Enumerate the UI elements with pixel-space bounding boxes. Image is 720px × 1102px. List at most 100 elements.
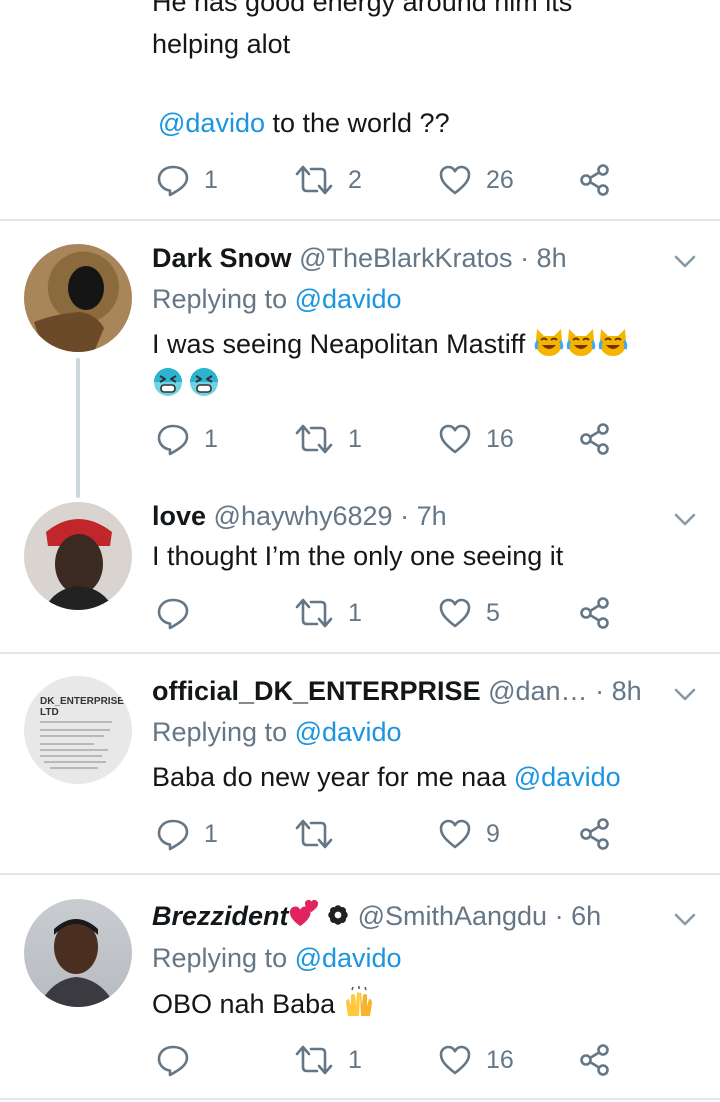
avatar[interactable] — [24, 244, 132, 352]
retweet-button[interactable]: 1 — [294, 593, 362, 633]
flower-emoji — [326, 903, 350, 927]
separator — [0, 873, 720, 875]
like-button[interactable]: 26 — [438, 160, 514, 200]
mention-link[interactable]: @davido — [295, 284, 402, 314]
reply-button[interactable]: 1 — [156, 419, 218, 459]
share-icon — [578, 596, 612, 630]
tweet-text-cut-line: He has good energy around him its — [152, 0, 573, 17]
retweet-icon — [294, 422, 334, 456]
mention-link[interactable]: @davido — [295, 717, 402, 747]
cat-tears-of-joy-emoji — [533, 326, 565, 358]
user-name[interactable]: Brezzident — [152, 901, 289, 931]
avatar[interactable] — [24, 899, 132, 1007]
chevron-down-icon[interactable] — [672, 681, 698, 707]
user-handle[interactable]: @SmithAangdu — [358, 901, 548, 931]
like-button[interactable]: 5 — [438, 593, 500, 633]
avatar-image — [44, 519, 114, 610]
separator — [0, 652, 720, 654]
user-handle[interactable]: @dan… — [488, 676, 587, 706]
tweet-actions: 1 9 — [152, 814, 692, 854]
retweet-count: 1 — [348, 1045, 362, 1074]
separator — [0, 1098, 720, 1100]
like-button[interactable]: 16 — [438, 1040, 514, 1080]
tweet-text-span: OBO nah Baba — [152, 989, 336, 1019]
tweet-feed: He has good energy around him its helpin… — [0, 0, 720, 1102]
heart-icon — [438, 596, 472, 630]
tweet-actions: 1 1 16 — [152, 419, 692, 459]
like-button[interactable]: 16 — [438, 419, 514, 459]
share-icon — [578, 163, 612, 197]
retweet-count: 2 — [348, 165, 362, 194]
heart-icon — [438, 163, 472, 197]
retweet-button[interactable]: 1 — [294, 1040, 362, 1080]
reply-count: 1 — [204, 819, 218, 848]
avatar-image — [38, 919, 116, 1007]
replying-label: Replying to — [152, 717, 295, 747]
reply-button[interactable]: 1 — [156, 160, 218, 200]
tweet-actions: 1 16 — [152, 1040, 692, 1080]
user-name[interactable]: Dark Snow — [152, 243, 292, 273]
like-count: 16 — [486, 424, 514, 453]
chevron-down-icon[interactable] — [672, 506, 698, 532]
mention-link[interactable]: @davido — [158, 108, 265, 138]
share-button[interactable] — [578, 814, 612, 854]
retweet-icon — [294, 1043, 334, 1077]
reply-count: 1 — [204, 424, 218, 453]
tweet-text: Baba do new year for me naa @davido — [152, 755, 621, 799]
replying-label: Replying to — [152, 943, 295, 973]
raising-hands-emoji — [343, 986, 375, 1018]
like-count: 26 — [486, 165, 514, 194]
tweet-actions: 1 5 — [152, 593, 692, 633]
tired-face-emoji — [152, 366, 184, 398]
retweet-button[interactable]: 1 — [294, 419, 362, 459]
retweet-count: 1 — [348, 598, 362, 627]
user-name[interactable]: love — [152, 501, 206, 531]
mention-link[interactable]: @davido — [295, 943, 402, 973]
reply-icon — [156, 163, 190, 197]
tweet-text-line: helping alot — [152, 29, 291, 59]
retweet-button[interactable] — [294, 814, 348, 854]
like-button[interactable]: 9 — [438, 814, 500, 854]
retweet-button[interactable]: 2 — [294, 160, 362, 200]
avatar-image — [34, 266, 104, 352]
reply-button[interactable] — [156, 1040, 204, 1080]
chevron-down-icon[interactable] — [672, 248, 698, 274]
heart-icon — [438, 422, 472, 456]
cat-tears-of-joy-emoji — [597, 326, 629, 358]
tweet-text-emoji-row — [152, 362, 220, 406]
cat-tears-of-joy-emoji — [565, 326, 597, 358]
tweet-text-span: Baba do new year for me naa — [152, 762, 514, 792]
reply-button[interactable]: 1 — [156, 814, 218, 854]
tweet-text-span: to the world ?? — [264, 108, 450, 138]
share-button[interactable] — [578, 160, 612, 200]
reply-icon — [156, 422, 190, 456]
share-button[interactable] — [578, 1040, 612, 1080]
replying-label: Replying to — [152, 284, 295, 314]
share-button[interactable] — [578, 419, 612, 459]
tweet-header: Dark Snow @TheBlarkKratos · 8h — [152, 240, 567, 276]
replying-to: Replying to @davido — [152, 940, 402, 976]
reply-icon — [156, 817, 190, 851]
user-name[interactable]: official_DK_ENTERPRISE — [152, 676, 481, 706]
reply-button[interactable] — [156, 593, 204, 633]
tweet-text-line: @davido to the world ?? — [158, 101, 450, 145]
tweet-text: OBO nah Baba — [152, 982, 375, 1026]
tweet-header: love @haywhy6829 · 7h — [152, 498, 447, 534]
mention-link[interactable]: @davido — [514, 762, 621, 792]
heart-icon — [438, 1043, 472, 1077]
avatar[interactable]: DK_ENTERPRISE LTD — [24, 676, 132, 784]
retweet-icon — [294, 163, 334, 197]
tweet-actions: 1 2 26 — [152, 160, 692, 200]
tweet-time: · 7h — [400, 501, 447, 531]
chevron-down-icon[interactable] — [672, 906, 698, 932]
tweet-time: · 8h — [595, 676, 642, 706]
retweet-icon — [294, 596, 334, 630]
thread-line — [76, 358, 80, 498]
user-handle[interactable]: @haywhy6829 — [214, 501, 393, 531]
avatar-fine-print — [40, 721, 112, 769]
share-button[interactable] — [578, 593, 612, 633]
avatar[interactable] — [24, 502, 132, 610]
user-handle[interactable]: @TheBlarkKratos — [299, 243, 512, 273]
tweet-text: I was seeing Neapolitan Mastiff — [152, 322, 629, 366]
reply-icon — [156, 596, 190, 630]
